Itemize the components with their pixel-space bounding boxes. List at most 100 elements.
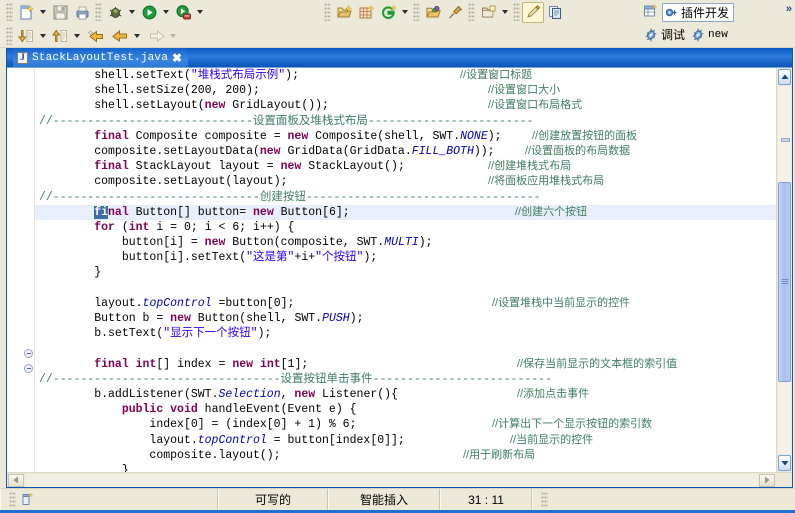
perspective-tab-new[interactable]: new [689,25,732,44]
code-line[interactable]: //---------------------------------设置按钮单… [35,372,776,387]
code-line[interactable]: button[i].setText("这是第"+i+"个按钮"); [35,250,776,265]
perspective-bar: 插件开发 调试 [630,0,795,48]
code-line[interactable]: composite.setLayout(layout);//将面板应用堆栈式布局 [35,174,776,189]
editor-folding-column[interactable] [22,68,35,472]
toolbar-grip-5[interactable] [468,3,475,21]
code-line[interactable]: Button b = new Button(shell, SWT.PUSH); [35,311,776,326]
search-icon[interactable] [377,2,399,23]
code-line[interactable]: //------------------------------创建按钮----… [35,190,776,205]
status-grip-right[interactable] [541,492,548,508]
save-icon[interactable] [49,2,71,23]
code-line[interactable]: layout.topControl =button[0];//设置堆栈中当前显示… [35,296,776,311]
editor-body: shell.setText("堆栈式布局示例");//设置窗口标题 shell.… [7,67,792,472]
vscroll-track[interactable] [778,86,791,454]
code-line-text: //---------------------------------设置按钮单… [39,373,552,386]
back-star-icon[interactable] [83,26,107,47]
code-line-text: } [39,266,101,279]
vscroll-thumb[interactable] [778,182,791,382]
editor-vertical-scrollbar[interactable] [776,68,792,472]
code-line[interactable]: composite.layout();//用于刷新布局 [35,448,776,463]
code-line[interactable] [35,341,776,356]
scroll-up-button[interactable] [778,69,791,85]
debug-dropdown-arrow[interactable] [126,2,138,23]
scroll-right-button[interactable] [759,474,775,487]
code-line[interactable]: b.setText("显示下一个按钮"); [35,326,776,341]
print-icon[interactable] [71,2,93,23]
scroll-left-button[interactable] [8,474,24,487]
code-line[interactable]: shell.setLayout(new GridLayout());//设置窗口… [35,98,776,113]
open-perspective-icon[interactable] [640,2,662,23]
new-folder-dropdown-arrow[interactable] [499,2,511,23]
code-line[interactable]: button[i] = new Button(composite, SWT.MU… [35,235,776,250]
toolbar-grip-2[interactable] [95,3,102,21]
code-line-comment: //设置窗口大小 [488,83,560,98]
code-line[interactable]: final Button[] button= new Button[6];//创… [35,205,776,220]
code-line[interactable]: } [35,265,776,280]
new-file-icon[interactable] [15,2,37,23]
open-type-icon[interactable] [333,2,355,23]
code-line[interactable]: final StackLayout layout = new StackLayo… [35,159,776,174]
code-line-comment: //创建堆栈式布局 [488,159,571,174]
toolbar-overflow-icon[interactable]: » [786,3,792,15]
open-resource-icon[interactable] [422,2,444,23]
step-into-dropdown-arrow[interactable] [37,26,49,47]
code-line[interactable]: public void handleEvent(Event e) { [35,402,776,417]
code-line[interactable]: shell.setText("堆栈式布局示例");//设置窗口标题 [35,68,776,83]
copy-icon[interactable] [544,2,566,23]
step-return-icon[interactable] [49,26,71,47]
code-line[interactable]: layout.topControl = button[index[0]];//当… [35,433,776,448]
status-cursor-position: 31 : 11 [440,489,532,510]
toolbar-grip-3[interactable] [324,3,331,21]
perspective-tab-debug[interactable]: 调试 [642,25,689,44]
debug-perspective-icon [644,28,658,42]
code-line[interactable]: final Composite composite = new Composit… [35,129,776,144]
code-line[interactable]: composite.setLayoutData(new GridData(Gri… [35,144,776,159]
toolbar-grip-row2[interactable] [6,27,13,45]
external-tools-dropdown-arrow[interactable] [194,2,206,23]
fold-collapse-icon[interactable] [24,349,33,358]
highlight-pen-icon[interactable] [522,2,544,23]
toolbar-grip-4[interactable] [413,3,420,21]
run-dropdown-arrow[interactable] [160,2,172,23]
editor-marker-bar[interactable] [7,68,22,472]
code-line[interactable]: b.addListener(SWT.Selection, new Listene… [35,387,776,402]
code-line[interactable]: //-----------------------------设置面板及堆栈式布… [35,114,776,129]
status-insert-mode: 智能插入 [328,489,440,510]
toolbar-grip-6[interactable] [513,3,520,21]
status-spacer [532,489,795,510]
forward-arrow-icon[interactable] [143,26,167,47]
overview-ruler-mark[interactable] [781,138,790,142]
scroll-down-button[interactable] [778,455,791,471]
status-grip[interactable] [9,492,16,508]
perspective-tab-plugin-dev[interactable]: 插件开发 [662,3,734,22]
external-tools-icon[interactable] [172,2,194,23]
close-icon[interactable]: ✖ [172,53,182,63]
code-line[interactable]: index[0] = (index[0] + 1) % 6;//计算出下一个显示… [35,417,776,432]
editor-tab-stacklayouttest[interactable]: J StackLayoutTest.java ✖ [13,48,188,67]
code-line[interactable] [35,281,776,296]
code-line[interactable]: shell.setSize(200, 200);//设置窗口大小 [35,83,776,98]
code-line[interactable]: for (int i = 0; i < 6; i++) { [35,220,776,235]
perspective-label-new: new [708,29,728,41]
run-icon[interactable] [138,2,160,23]
editor-horizontal-scrollbar[interactable] [7,472,792,487]
hscroll-track[interactable] [25,474,758,487]
toolbar-grip[interactable] [6,3,13,21]
code-line[interactable]: final int[] index = new int[1];//保存当前显示的… [35,357,776,372]
code-line-text: final Button[] button= new Button[6]; [39,206,350,219]
new-folder-icon[interactable] [477,2,499,23]
forward-arrow-glyph [147,28,164,45]
search-dropdown-arrow[interactable] [399,2,411,23]
new-file-dropdown-arrow[interactable] [37,2,49,23]
code-text-area[interactable]: shell.setText("堆栈式布局示例");//设置窗口标题 shell.… [35,68,776,472]
step-into-icon[interactable] [15,26,37,47]
back-arrow-icon[interactable] [107,26,131,47]
back-dropdown-arrow[interactable] [131,26,143,47]
pin-icon[interactable] [444,2,466,23]
step-return-dropdown-arrow[interactable] [71,26,83,47]
code-line[interactable]: } [35,463,776,472]
perspective-row-bottom: 调试 new [642,25,732,44]
debug-icon[interactable] [104,2,126,23]
new-java-package-icon[interactable] [355,2,377,23]
fold-collapse-icon[interactable] [24,364,33,373]
